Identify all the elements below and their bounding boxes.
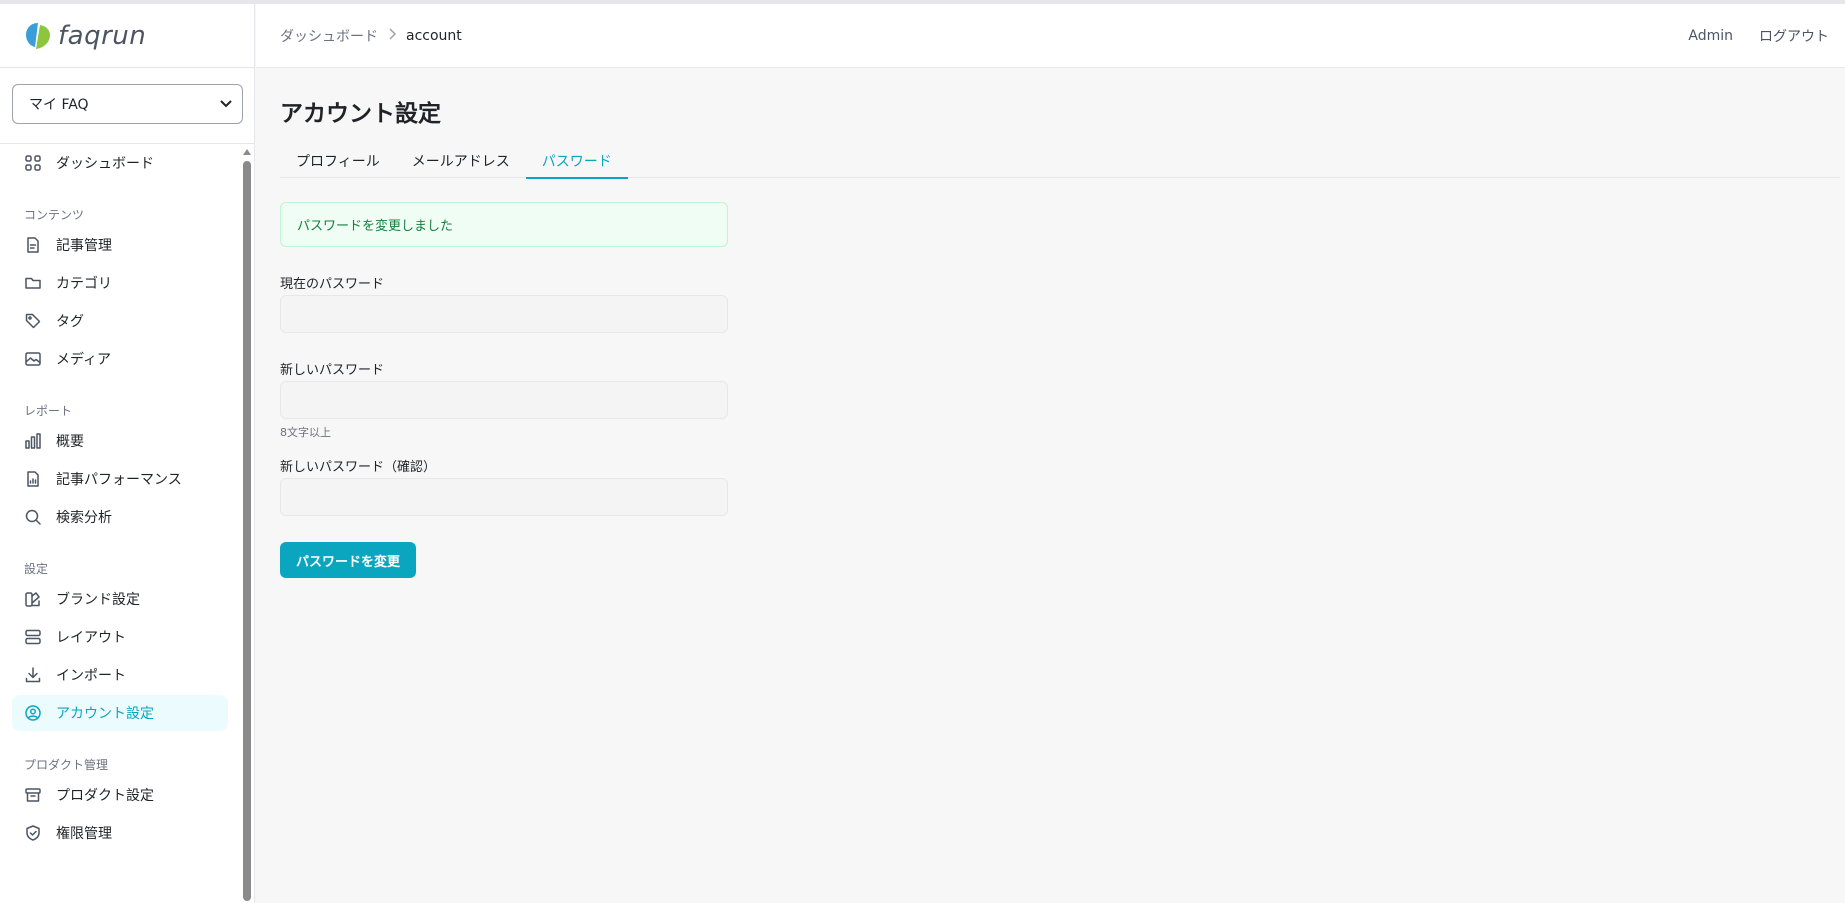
sidebar-item-label: ブランド設定 xyxy=(56,592,140,608)
new-password-hint: 8文字以上 xyxy=(280,426,331,439)
sidebar-item-layout[interactable]: レイアウト xyxy=(12,619,228,655)
change-password-button[interactable]: パスワードを変更 xyxy=(280,542,417,578)
bar-chart-icon xyxy=(24,432,42,450)
download-icon xyxy=(24,666,42,684)
sidebar-item-label: 概要 xyxy=(56,434,84,450)
sidebar-item-label: ダッシュボード xyxy=(56,156,154,172)
sidebar-nav: ダッシュボードコンテンツ記事管理カテゴリタグメディアレポート概要記事パフォーマン… xyxy=(0,145,240,853)
grid-icon xyxy=(24,154,42,172)
sidebar-item-product-settings[interactable]: プロダクト設定 xyxy=(12,777,228,813)
search-icon xyxy=(24,508,42,526)
new-password-label: 新しいパスワード xyxy=(280,363,385,378)
tab-profile[interactable]: プロフィール xyxy=(280,144,396,178)
sidebar-item-dashboard[interactable]: ダッシュボード xyxy=(12,145,228,181)
current-password-group: 現在のパスワード xyxy=(280,273,728,333)
breadcrumb-dashboard-link[interactable]: ダッシュボード xyxy=(280,26,378,46)
sidebar: faqrun マイ FAQ ダッシュボードコンテンツ記事管理カテゴリタグメディア… xyxy=(0,4,255,903)
sidebar-item-label: インポート xyxy=(56,668,126,684)
current-password-label: 現在のパスワード xyxy=(280,277,385,292)
confirm-password-input[interactable] xyxy=(280,478,728,516)
sidebar-item-permissions[interactable]: 権限管理 xyxy=(12,815,228,851)
sidebar-item-label: 検索分析 xyxy=(56,510,112,526)
main-content: アカウント設定 プロフィール メールアドレス パスワード パスワードを変更しまし… xyxy=(280,68,1840,578)
faqrun-logo-icon xyxy=(24,20,52,52)
breadcrumb-current: account xyxy=(406,27,462,44)
sidebar-item-import[interactable]: インポート xyxy=(12,657,228,693)
nav-section-heading: レポート xyxy=(24,404,73,418)
sidebar-item-label: 記事パフォーマンス xyxy=(56,472,182,488)
sidebar-item-label: アカウント設定 xyxy=(56,706,154,722)
chevron-down-icon xyxy=(220,97,232,111)
layout-icon xyxy=(24,628,42,646)
sidebar-item-article-performance[interactable]: 記事パフォーマンス xyxy=(12,461,228,497)
nav-section-heading: コンテンツ xyxy=(24,208,85,222)
sidebar-item-search-analysis[interactable]: 検索分析 xyxy=(12,499,228,535)
success-alert: パスワードを変更しました xyxy=(280,202,728,247)
sidebar-item-label: 権限管理 xyxy=(56,826,112,842)
breadcrumb: ダッシュボード account xyxy=(280,26,462,46)
archive-icon xyxy=(24,786,42,804)
sidebar-item-overview[interactable]: 概要 xyxy=(12,423,228,459)
sidebar-item-label: メディア xyxy=(56,352,112,368)
sidebar-item-label: 記事管理 xyxy=(56,238,112,254)
sidebar-item-brand-settings[interactable]: ブランド設定 xyxy=(12,581,228,617)
current-password-input[interactable] xyxy=(280,295,728,333)
image-icon xyxy=(24,350,42,368)
scrollbar-thumb[interactable] xyxy=(243,161,251,901)
confirm-password-label: 新しいパスワード（確認） xyxy=(280,460,437,475)
tab-password[interactable]: パスワード xyxy=(525,144,628,179)
folder-icon xyxy=(24,274,42,292)
breadcrumb-chevron-icon xyxy=(388,27,397,44)
top-header: ダッシュボード account Admin ログアウト xyxy=(256,4,1845,68)
sidebar-scrollbar[interactable] xyxy=(242,145,252,903)
sidebar-item-media[interactable]: メディア xyxy=(12,341,228,377)
nav-section-heading: プロダクト管理 xyxy=(24,758,109,772)
sidebar-item-label: カテゴリ xyxy=(56,276,112,292)
tag-icon xyxy=(24,312,42,330)
sidebar-item-label: プロダクト設定 xyxy=(56,788,154,804)
settings-tabs: プロフィール メールアドレス パスワード xyxy=(280,144,1840,179)
scroll-up-arrow-icon[interactable] xyxy=(243,149,251,155)
sidebar-item-tags[interactable]: タグ xyxy=(12,303,228,339)
sidebar-item-categories[interactable]: カテゴリ xyxy=(12,265,228,301)
palette-icon xyxy=(24,590,42,608)
page-title: アカウント設定 xyxy=(280,101,441,127)
tab-email[interactable]: メールアドレス xyxy=(396,144,526,178)
faq-select[interactable]: マイ FAQ xyxy=(12,84,243,124)
sidebar-item-account-settings[interactable]: アカウント設定 xyxy=(12,695,228,731)
nav-section-heading: 設定 xyxy=(24,562,49,576)
shield-icon xyxy=(24,824,42,842)
user-menu[interactable]: Admin xyxy=(1688,28,1733,44)
faq-select-value: マイ FAQ xyxy=(29,97,89,113)
sidebar-item-articles[interactable]: 記事管理 xyxy=(12,227,228,263)
logout-link[interactable]: ログアウト xyxy=(1759,26,1829,46)
document-icon xyxy=(24,236,42,254)
confirm-password-group: 新しいパスワード（確認） xyxy=(280,456,728,516)
sidebar-item-label: レイアウト xyxy=(56,630,126,646)
new-password-group: 新しいパスワード 8文字以上 xyxy=(280,359,728,439)
logo[interactable]: faqrun xyxy=(0,4,254,68)
document-chart-icon xyxy=(24,470,42,488)
new-password-input[interactable] xyxy=(280,381,728,419)
user-circle-icon xyxy=(24,704,42,722)
logo-text: faqrun xyxy=(58,20,147,51)
sidebar-item-label: タグ xyxy=(56,314,84,330)
